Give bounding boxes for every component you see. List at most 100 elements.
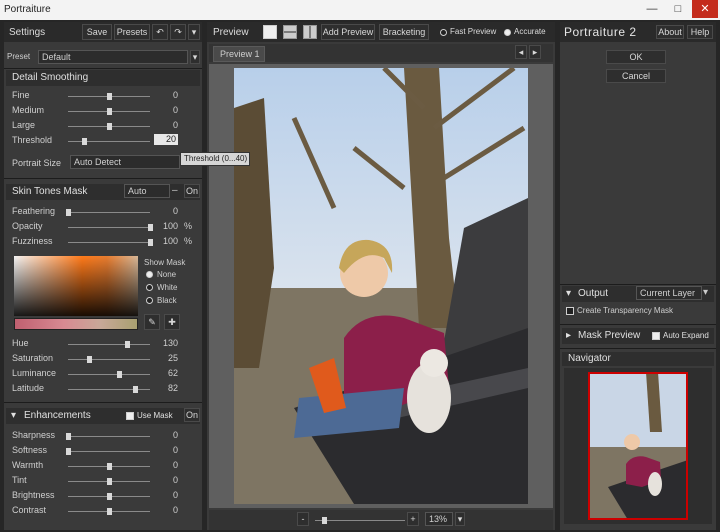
fast-preview-radio[interactable]	[440, 29, 447, 36]
skin-mode-arrow-icon[interactable]: –	[172, 185, 182, 197]
undo-icon[interactable]: ↶	[152, 24, 168, 40]
preview-image[interactable]	[234, 68, 528, 504]
enhancements-title: Enhancements	[24, 410, 91, 421]
mask-preview-expand-icon[interactable]: ▸	[566, 330, 571, 341]
navigator-thumbnail	[588, 372, 688, 520]
preview-header: Preview Add Preview Bracketing Fast Prev…	[207, 22, 555, 42]
feathering-slider-handle[interactable]	[66, 209, 71, 216]
close-window-button[interactable]: ✕	[692, 0, 718, 18]
zoom-in-button[interactable]: +	[407, 512, 419, 526]
warmth-slider-handle[interactable]	[107, 463, 112, 470]
zoom-level-field[interactable]: 13%	[425, 512, 453, 526]
settings-header: Settings Save Presets ↶ ↷ ▾	[4, 22, 202, 42]
help-button[interactable]: Help	[687, 25, 713, 39]
enhancements-collapse-icon[interactable]: ▾	[11, 410, 16, 421]
feathering-slider-track[interactable]	[68, 212, 150, 213]
portrait-size-dropdown[interactable]: Auto Detect	[70, 155, 180, 169]
accurate-label: Accurate	[514, 27, 546, 36]
saturation-value: 25	[167, 353, 178, 363]
tint-slider-handle[interactable]	[107, 478, 112, 485]
auto-expand-label: Auto Expand	[663, 331, 709, 340]
medium-slider-handle[interactable]	[107, 108, 112, 115]
bracketing-button[interactable]: Bracketing	[379, 24, 429, 40]
zoom-out-button[interactable]: -	[297, 512, 309, 526]
fine-slider-handle[interactable]	[107, 93, 112, 100]
skin-color-field[interactable]	[14, 256, 138, 316]
minimize-button[interactable]: —	[640, 0, 664, 18]
enhancements-on-toggle[interactable]: On	[184, 408, 200, 422]
medium-label: Medium	[12, 105, 45, 115]
preview-canvas[interactable]	[209, 64, 553, 508]
zoom-slider-handle[interactable]	[322, 517, 327, 524]
sharpness-value: 0	[172, 430, 178, 440]
hue-slider-handle[interactable]	[125, 341, 131, 348]
latitude-slider-handle[interactable]	[133, 386, 139, 393]
output-dropdown-arrow-icon[interactable]: ▾	[703, 287, 713, 299]
fuzziness-slider-handle[interactable]	[148, 239, 153, 246]
sharpness-slider-handle[interactable]	[66, 433, 71, 440]
hsl-sliders: Hue 130 Saturation 25 Luminance 62 Latitude 82	[4, 338, 202, 402]
eyedropper-plus-icon[interactable]: ✚	[164, 314, 180, 330]
threshold-slider-handle[interactable]	[82, 138, 88, 145]
show-mask-white-radio[interactable]	[146, 284, 153, 291]
redo-icon[interactable]: ↷	[170, 24, 186, 40]
output-dropdown[interactable]: Current Layer	[636, 286, 702, 300]
saturation-slider-track[interactable]	[68, 359, 150, 360]
navigator-label: Navigator	[568, 353, 611, 364]
show-mask-black-radio[interactable]	[146, 297, 153, 304]
navigator-header: Navigator	[562, 352, 714, 366]
latitude-value: 82	[167, 383, 178, 393]
use-mask-checkbox[interactable]	[126, 412, 134, 420]
threshold-tooltip: Threshold (0...40)	[180, 152, 250, 166]
large-slider-handle[interactable]	[107, 123, 112, 130]
opacity-value: 100	[162, 221, 178, 231]
threshold-slider-track[interactable]	[68, 141, 150, 142]
softness-slider-track[interactable]	[68, 451, 150, 452]
skin-mode-dropdown[interactable]: Auto	[124, 184, 170, 198]
create-mask-checkbox[interactable]	[566, 307, 574, 315]
zoom-slider-track[interactable]	[315, 520, 405, 521]
opacity-slider-handle[interactable]	[148, 224, 153, 231]
split-vertical-icon[interactable]	[303, 25, 317, 39]
sharpness-label: Sharpness	[12, 430, 56, 440]
tab-preview-1[interactable]: Preview 1	[213, 46, 265, 62]
opacity-slider-track[interactable]	[68, 227, 150, 228]
zoom-dropdown-arrow-icon[interactable]: ▾	[455, 512, 465, 526]
feathering-label: Feathering	[12, 206, 56, 216]
luminance-slider-track[interactable]	[68, 374, 150, 375]
split-horizontal-icon[interactable]	[283, 25, 297, 39]
eyedropper-icon[interactable]: ✎	[144, 314, 160, 330]
single-view-icon[interactable]	[263, 25, 277, 39]
luminance-slider-handle[interactable]	[116, 371, 122, 378]
skin-on-toggle[interactable]: On	[184, 184, 200, 198]
brightness-slider-handle[interactable]	[107, 493, 112, 500]
show-mask-none-radio[interactable]	[146, 271, 153, 278]
sharpness-slider-track[interactable]	[68, 436, 150, 437]
save-button[interactable]: Save	[82, 24, 112, 40]
next-tab-icon[interactable]: ▸	[529, 45, 541, 59]
fuzziness-unit: %	[184, 236, 193, 246]
presets-button[interactable]: Presets	[114, 24, 150, 40]
accurate-radio[interactable]	[504, 29, 511, 36]
saturation-slider-handle[interactable]	[86, 356, 92, 363]
cancel-button[interactable]: Cancel	[606, 69, 666, 83]
skin-hue-strip[interactable]	[14, 318, 138, 330]
settings-menu-icon[interactable]: ▾	[188, 24, 200, 40]
prev-tab-icon[interactable]: ◂	[515, 45, 527, 59]
ok-button[interactable]: OK	[606, 50, 666, 64]
maximize-button[interactable]: □	[666, 0, 690, 18]
preset-dropdown[interactable]: Default	[38, 50, 188, 64]
softness-slider-handle[interactable]	[66, 448, 71, 455]
auto-expand-checkbox[interactable]	[652, 332, 660, 340]
about-button[interactable]: About	[656, 25, 684, 39]
preset-dropdown-arrow-icon[interactable]: ▾	[190, 50, 200, 64]
navigator-view[interactable]	[564, 368, 712, 524]
add-preview-button[interactable]: Add Preview	[321, 24, 375, 40]
output-collapse-icon[interactable]: ▾	[566, 288, 571, 299]
fuzziness-slider-track[interactable]	[68, 242, 150, 243]
fuzziness-label: Fuzziness	[12, 236, 53, 246]
threshold-value[interactable]: 20	[154, 134, 178, 145]
contrast-slider-handle[interactable]	[107, 508, 112, 515]
skin-tones-header: Skin Tones Mask Auto – On	[6, 184, 200, 200]
hue-slider-track[interactable]	[68, 344, 150, 345]
